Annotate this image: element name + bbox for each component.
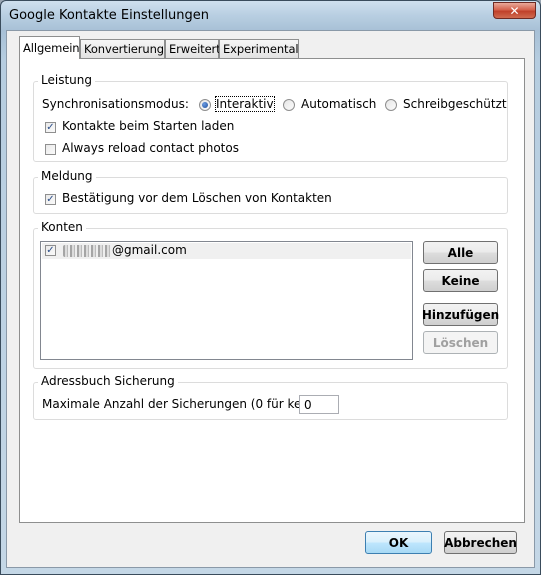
dialog-client: Allgemein Konvertierung Erweitert Experi… xyxy=(6,30,535,568)
group-title-leistung: Leistung xyxy=(38,73,95,87)
checkmark-icon: ✓ xyxy=(46,121,55,133)
button-label: Alle xyxy=(447,245,474,260)
tab-erweitert[interactable]: Erweitert xyxy=(165,39,221,58)
list-item[interactable]: ✓ @gmail.com xyxy=(42,243,411,259)
close-button[interactable]: ✕ xyxy=(493,2,536,19)
account-email-domain: @gmail.com xyxy=(112,243,187,257)
confirm-delete-checkbox[interactable]: ✓ xyxy=(45,194,56,205)
group-meldung: Meldung ✓ Bestätigung vor dem Löschen vo… xyxy=(33,169,508,214)
radio-automatisch-label[interactable]: Automatisch xyxy=(301,97,376,111)
group-title-backup: Adressbuch Sicherung xyxy=(38,374,178,388)
load-on-start-checkbox[interactable]: ✓ xyxy=(45,122,56,133)
reload-photos-checkbox[interactable] xyxy=(45,144,56,155)
tab-label: Konvertierung xyxy=(84,42,164,56)
ok-button[interactable]: OK xyxy=(365,531,432,554)
window-title: Google Kontakte Einstellungen xyxy=(9,8,209,23)
delete-account-button[interactable]: Löschen xyxy=(423,331,498,354)
tab-label: Experimental xyxy=(223,42,299,56)
button-label: Abbrechen xyxy=(444,535,517,550)
max-backups-value: 0 xyxy=(304,398,312,412)
select-all-button[interactable]: Alle xyxy=(423,241,498,264)
add-account-button[interactable]: Hinzufügen xyxy=(421,303,500,326)
title-bar[interactable]: Google Kontakte Einstellungen ✕ xyxy=(1,1,540,31)
reload-photos-label[interactable]: Always reload contact photos xyxy=(62,141,239,155)
checkmark-icon: ✓ xyxy=(46,244,55,256)
radio-interaktiv-label[interactable]: Interaktiv xyxy=(215,96,275,112)
checkmark-icon: ✓ xyxy=(46,193,55,205)
confirm-delete-label[interactable]: Bestätigung vor dem Löschen von Kontakte… xyxy=(62,191,332,205)
group-title-meldung: Meldung xyxy=(38,169,96,183)
sync-mode-label: Synchronisationsmodus: xyxy=(42,97,189,111)
button-label: Hinzufügen xyxy=(421,307,500,322)
radio-interaktiv[interactable] xyxy=(199,99,211,111)
tab-label: Allgemein xyxy=(23,41,80,55)
close-icon: ✕ xyxy=(509,3,520,18)
tab-page-allgemein: Leistung Synchronisationsmodus: Interakt… xyxy=(19,58,525,523)
button-label: OK xyxy=(388,535,409,550)
group-konten: Konten ✓ @gmail.com Alle Keine Hinzufüge… xyxy=(33,220,508,369)
radio-automatisch[interactable] xyxy=(283,99,295,111)
tab-experimental[interactable]: Experimental xyxy=(219,39,299,58)
radio-schreibgeschuetzt[interactable] xyxy=(385,99,397,111)
button-label: Löschen xyxy=(432,335,489,350)
tab-label: Erweitert xyxy=(169,42,221,56)
group-backup: Adressbuch Sicherung Maximale Anzahl der… xyxy=(33,374,508,420)
settings-window: Google Kontakte Einstellungen ✕ Allgemei… xyxy=(0,0,541,575)
group-title-konten: Konten xyxy=(38,220,86,234)
tab-allgemein[interactable]: Allgemein xyxy=(19,36,80,59)
accounts-list[interactable]: ✓ @gmail.com xyxy=(40,241,413,360)
load-on-start-label[interactable]: Kontakte beim Starten laden xyxy=(62,119,234,133)
account-checkbox[interactable]: ✓ xyxy=(45,245,56,256)
group-leistung: Leistung Synchronisationsmodus: Interakt… xyxy=(33,73,508,162)
cancel-button[interactable]: Abbrechen xyxy=(444,531,517,554)
radio-schreibgeschuetzt-label[interactable]: Schreibgeschützt xyxy=(403,97,507,111)
button-label: Keine xyxy=(441,273,480,288)
redacted-username xyxy=(63,245,111,257)
max-backups-label: Maximale Anzahl der Sicherungen (0 für k… xyxy=(42,397,325,411)
max-backups-input[interactable]: 0 xyxy=(299,395,339,414)
select-none-button[interactable]: Keine xyxy=(423,269,498,292)
tab-konvertierung[interactable]: Konvertierung xyxy=(80,39,165,58)
